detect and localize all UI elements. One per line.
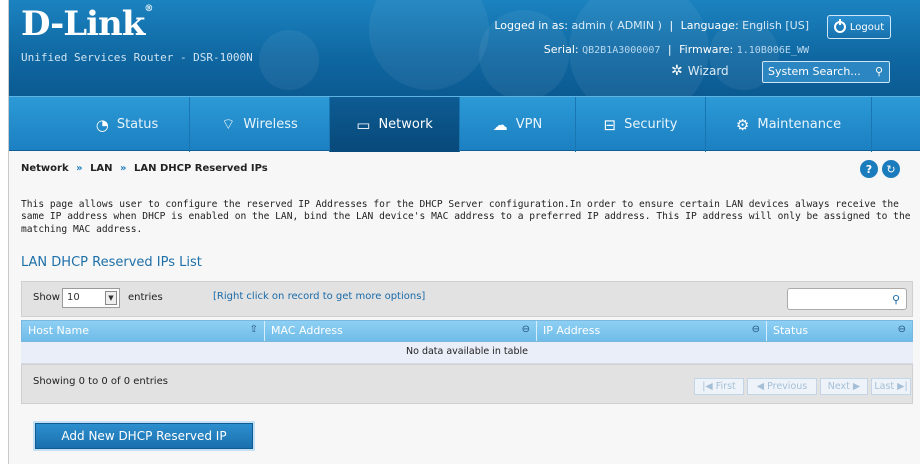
nav-security[interactable]: ⊟ Security bbox=[576, 97, 706, 152]
language-selector[interactable]: English [US] bbox=[742, 19, 809, 32]
vpn-cloud-icon: ☁ bbox=[492, 115, 508, 134]
show-label: Show bbox=[33, 292, 60, 303]
session-info: Logged in as: admin ( ADMIN ) | Language… bbox=[494, 19, 809, 32]
section-title: LAN DHCP Reserved IPs List bbox=[21, 255, 202, 270]
table-toolbar: Show 10 ▼ entries [Right click on record… bbox=[21, 281, 913, 317]
sort-icon: ⊖ bbox=[521, 324, 530, 335]
breadcrumb-current: LAN DHCP Reserved IPs bbox=[133, 163, 268, 174]
nav-status[interactable]: ◔ Status bbox=[65, 97, 190, 152]
wizard-link[interactable]: ✲ Wizard bbox=[671, 63, 729, 79]
table-header: Host Name ⇧ MAC Address ⊖ IP Address ⊖ S… bbox=[21, 320, 913, 342]
right-click-hint: [Right click on record to get more optio… bbox=[213, 291, 426, 302]
entries-select[interactable]: 10 ▼ bbox=[62, 288, 120, 308]
empty-table-row: No data available in table bbox=[21, 342, 913, 364]
nav-network[interactable]: ▭ Network bbox=[330, 97, 460, 152]
sort-icon: ⊖ bbox=[751, 324, 760, 335]
product-subtitle: Unified Services Router - DSR-1000N bbox=[21, 51, 253, 64]
last-page-icon: ▶| bbox=[894, 381, 908, 392]
first-page-icon: |◀ bbox=[702, 381, 716, 392]
pager-last-button[interactable]: Last ▶| bbox=[871, 378, 911, 395]
device-info: Serial: QB2B1A3000007 | Firmware: 1.10B0… bbox=[543, 43, 809, 56]
table-search-input[interactable]: ⚲ bbox=[787, 288, 907, 310]
table-footer: Showing 0 to 0 of 0 entries |◀ First ◀ P… bbox=[21, 364, 913, 404]
add-dhcp-reserved-ip-button[interactable]: Add New DHCP Reserved IP bbox=[35, 423, 253, 449]
header-banner: D-Link® Unified Services Router - DSR-10… bbox=[9, 0, 920, 96]
col-host-name[interactable]: Host Name ⇧ bbox=[22, 321, 265, 341]
nav-vpn[interactable]: ☁ VPN bbox=[460, 97, 576, 152]
firmware-value: 1.10B006E_WW bbox=[736, 45, 809, 56]
wifi-icon: ⌔ bbox=[221, 115, 236, 133]
breadcrumb-network[interactable]: Network bbox=[21, 163, 69, 174]
nav-maintenance[interactable]: ⚙ Maintenance bbox=[706, 97, 872, 152]
chevron-down-icon: ▼ bbox=[105, 291, 117, 305]
gears-icon: ⚙ bbox=[735, 115, 750, 134]
system-search-input[interactable]: System Search... ⚲ bbox=[762, 61, 890, 83]
nav-wireless[interactable]: ⌔ Wireless bbox=[190, 97, 330, 152]
dlink-logo: D-Link® bbox=[21, 4, 153, 44]
entries-label: entries bbox=[128, 292, 163, 303]
serial-value: QB2B1A3000007 bbox=[582, 45, 661, 56]
logged-in-user: admin ( ADMIN ) bbox=[571, 19, 662, 32]
col-ip-address[interactable]: IP Address ⊖ bbox=[537, 321, 767, 341]
logout-button[interactable]: Logout bbox=[827, 15, 891, 39]
main-nav: ◔ Status ⌔ Wireless ▭ Network ☁ VPN ⊟ Se… bbox=[9, 96, 920, 152]
pager-next-button[interactable]: Next ▶ bbox=[820, 378, 868, 395]
power-icon bbox=[833, 19, 846, 33]
table-info: Showing 0 to 0 of 0 entries bbox=[33, 376, 168, 387]
sort-asc-icon: ⇧ bbox=[249, 324, 258, 335]
search-icon: ⚲ bbox=[891, 293, 900, 306]
breadcrumb: Network » LAN » LAN DHCP Reserved IPs bbox=[21, 163, 268, 174]
gauge-icon: ◔ bbox=[95, 115, 109, 134]
chevron-right-icon: ▶ bbox=[849, 381, 861, 392]
help-icon[interactable]: ? bbox=[860, 160, 878, 178]
pager-first-button[interactable]: |◀ First bbox=[694, 378, 744, 395]
lock-icon: ⊟ bbox=[603, 115, 617, 134]
sort-icon: ⊖ bbox=[897, 324, 906, 335]
col-mac-address[interactable]: MAC Address ⊖ bbox=[265, 321, 537, 341]
col-status[interactable]: Status ⊖ bbox=[767, 321, 912, 341]
pager-previous-button[interactable]: ◀ Previous bbox=[747, 378, 817, 395]
refresh-icon[interactable]: ↻ bbox=[882, 160, 900, 178]
breadcrumb-lan[interactable]: LAN bbox=[90, 163, 112, 174]
page-description: This page allows user to configure the r… bbox=[21, 199, 911, 235]
wand-icon: ✲ bbox=[671, 63, 683, 79]
monitor-icon: ▭ bbox=[356, 115, 371, 134]
search-icon: ⚲ bbox=[874, 65, 883, 78]
page: D-Link® Unified Services Router - DSR-10… bbox=[8, 0, 920, 464]
chevron-left-icon: ◀ bbox=[756, 381, 768, 392]
